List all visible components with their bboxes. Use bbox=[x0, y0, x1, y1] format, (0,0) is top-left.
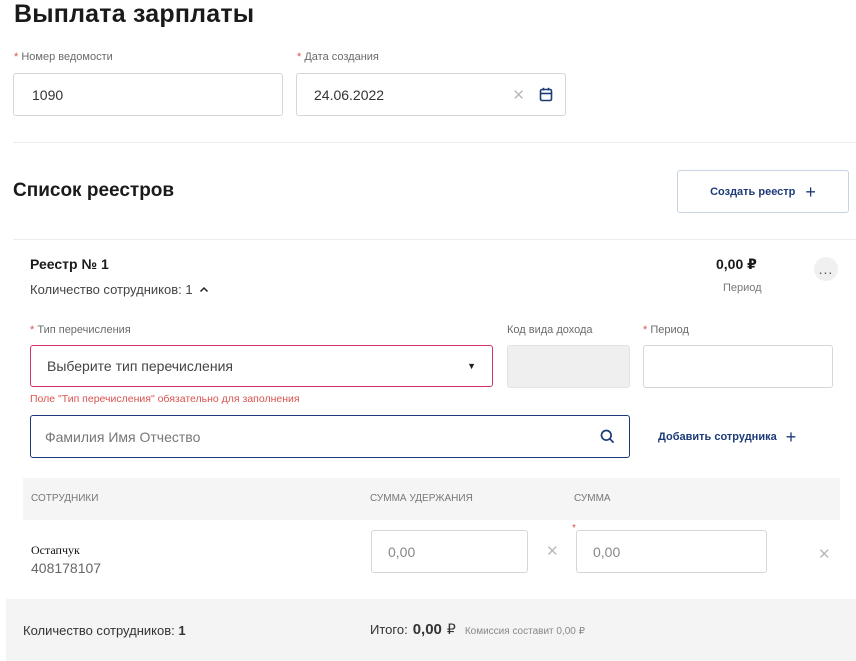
footer-total-value: 0,00 bbox=[412, 621, 442, 638]
employee-name: Остапчук bbox=[31, 543, 80, 557]
column-header-sum: СУММА bbox=[574, 493, 611, 504]
registry-amount: 0,00 ₽ bbox=[716, 256, 757, 272]
employee-search[interactable] bbox=[30, 415, 630, 458]
income-code-field bbox=[507, 345, 630, 388]
deduction-input[interactable]: 0,00 bbox=[371, 530, 528, 573]
number-field[interactable]: 1090 bbox=[13, 73, 283, 116]
number-label: * Номер ведомости bbox=[14, 51, 113, 63]
clear-icon[interactable]: ✕ bbox=[512, 86, 525, 104]
divider bbox=[13, 142, 856, 143]
date-value: 24.06.2022 bbox=[314, 86, 385, 103]
number-label-text: Номер ведомости bbox=[21, 51, 113, 63]
sum-input[interactable]: 0,00 bbox=[576, 530, 767, 573]
transfer-type-error: Поле "Тип перечисления" обязательно для … bbox=[30, 393, 300, 405]
footer-currency: ₽ bbox=[446, 621, 456, 637]
divider bbox=[13, 239, 856, 240]
plus-icon: + bbox=[805, 181, 816, 202]
more-options-icon[interactable]: ... bbox=[814, 257, 838, 281]
registries-title: Список реестров bbox=[13, 180, 175, 201]
employees-count-toggle[interactable]: Количество сотрудников: 1 bbox=[30, 282, 209, 297]
footer-total-label: Итого: bbox=[370, 622, 408, 637]
employee-search-input[interactable] bbox=[45, 428, 565, 445]
sum-value: 0,00 bbox=[593, 543, 621, 560]
employees-count-text: Количество сотрудников: 1 bbox=[30, 282, 193, 297]
search-icon[interactable] bbox=[600, 429, 615, 444]
column-header-employees: СОТРУДНИКИ bbox=[31, 493, 99, 504]
period-label: * Период bbox=[643, 324, 689, 336]
column-header-deduction: СУММА УДЕРЖАНИЯ bbox=[370, 493, 473, 504]
calendar-icon[interactable] bbox=[539, 87, 553, 102]
footer-commission: Комиссия составит 0,00 ₽ bbox=[464, 626, 586, 637]
add-employee-label: Добавить сотрудника bbox=[658, 431, 777, 443]
page-title: Выплата зарплаты bbox=[14, 0, 255, 28]
number-value: 1090 bbox=[32, 86, 64, 103]
create-registry-label: Создать реестр bbox=[710, 185, 796, 198]
transfer-type-label: * Тип перечисления bbox=[30, 324, 131, 336]
plus-icon: + bbox=[785, 427, 797, 447]
footer-total: Итого: 0,00 ₽ Комиссия составит 0,00 ₽ bbox=[370, 621, 585, 638]
footer-count-value: 1 bbox=[178, 623, 186, 638]
date-label-text: Дата создания bbox=[304, 51, 379, 63]
deduction-value: 0,00 bbox=[388, 543, 416, 560]
registry-period-caption: Период bbox=[723, 282, 762, 294]
footer-count-label: Количество сотрудников: bbox=[23, 623, 175, 638]
footer-count: Количество сотрудников: 1 bbox=[23, 623, 186, 638]
dropdown-arrow-icon: ▼ bbox=[467, 361, 476, 371]
add-employee-button[interactable]: Добавить сотрудника + bbox=[658, 428, 796, 446]
employee-account: 408178107 bbox=[31, 560, 102, 576]
date-label: * Дата создания bbox=[297, 51, 379, 63]
period-field[interactable] bbox=[643, 345, 833, 388]
chevron-up-icon bbox=[199, 286, 208, 293]
remove-row-icon[interactable]: ✕ bbox=[818, 545, 831, 563]
transfer-type-placeholder: Выберите тип перечисления bbox=[47, 358, 233, 374]
date-field[interactable]: 24.06.2022 ✕ bbox=[296, 73, 566, 116]
income-code-label: Код вида дохода bbox=[507, 324, 593, 336]
create-registry-button[interactable]: Создать реестр + bbox=[677, 170, 849, 213]
registry-name: Реестр № 1 bbox=[30, 256, 109, 272]
transfer-type-select[interactable]: Выберите тип перечисления ▼ bbox=[30, 345, 493, 387]
transfer-type-label-text: Тип перечисления bbox=[37, 324, 131, 336]
period-label-text: Период bbox=[650, 324, 689, 336]
clear-deduction-icon[interactable]: ✕ bbox=[546, 542, 559, 560]
